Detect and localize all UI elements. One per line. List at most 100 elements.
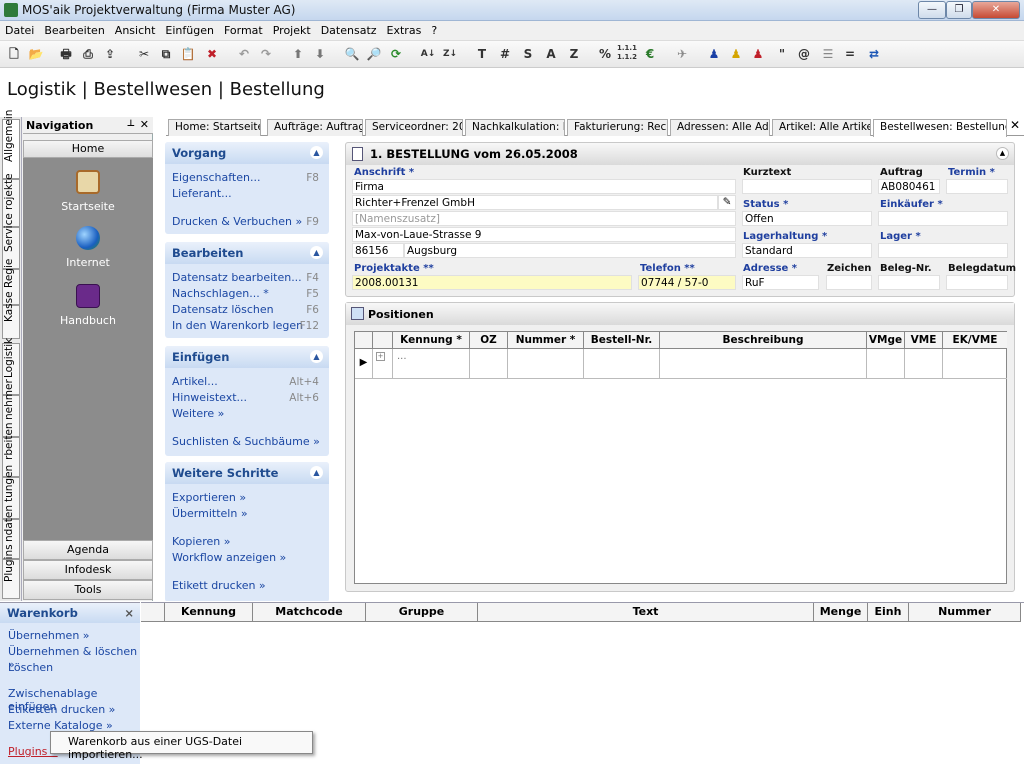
move-up-icon[interactable]: ⬆ <box>288 44 308 64</box>
tools-icon[interactable]: ✈ <box>672 44 692 64</box>
copy-icon[interactable]: ⧉ <box>156 44 176 64</box>
task-etikett-drucken[interactable]: Etikett drucken » <box>165 578 329 594</box>
basket-etiketten[interactable]: Etiketten drucken » <box>8 703 115 716</box>
menu-help[interactable]: ? <box>426 21 442 40</box>
ort-field[interactable]: Augsburg <box>404 243 736 258</box>
print-icon[interactable]: 🖶 <box>56 44 76 64</box>
task-workflow[interactable]: Workflow anzeigen » <box>165 550 329 566</box>
user-red-icon[interactable]: ♟ <box>748 44 768 64</box>
cell-bestellnr[interactable] <box>584 349 660 379</box>
cut-icon[interactable]: ✂ <box>134 44 154 64</box>
zeichen-field[interactable] <box>826 275 872 290</box>
basket-col-nummer[interactable]: Nummer <box>909 603 1021 622</box>
delete-icon[interactable]: ✖ <box>202 44 222 64</box>
address-lookup-icon[interactable]: ✎ <box>718 195 736 210</box>
belegnr-field[interactable] <box>878 275 940 290</box>
percent-icon[interactable]: % <box>595 44 615 64</box>
euro-icon[interactable]: € <box>640 44 660 64</box>
tab-nachkalkulation[interactable]: Nachkalkulation: Bu <box>465 119 565 136</box>
new-document-icon[interactable]: 🗋 <box>4 44 24 64</box>
task-uebermitteln[interactable]: Übermitteln » <box>165 506 329 522</box>
belegdatum-field[interactable] <box>946 275 1008 290</box>
einkaeufer-field[interactable] <box>878 211 1008 226</box>
auftrag-field[interactable]: AB080461 <box>878 179 940 194</box>
a-field-icon[interactable]: A <box>541 44 561 64</box>
nav-internet[interactable]: Internet <box>23 226 153 269</box>
task-group-header[interactable]: Weitere Schritte ▲ <box>165 462 329 484</box>
basket-col-gruppe[interactable]: Gruppe <box>366 603 478 622</box>
tab-home[interactable]: Home: Startseite <box>168 119 261 136</box>
cell-beschreibung[interactable] <box>660 349 867 379</box>
row-selector-icon[interactable]: ▶ <box>355 349 373 379</box>
tab-auftraege[interactable]: Aufträge: Auftrag <box>267 119 363 136</box>
user-blue-icon[interactable]: ♟ <box>704 44 724 64</box>
search-icon[interactable]: 🔍 <box>342 44 362 64</box>
nav-tools-button[interactable]: Tools <box>23 580 153 600</box>
col-nummer[interactable]: Nummer * <box>508 332 584 349</box>
basket-uebernehmen[interactable]: Übernehmen » <box>8 629 90 642</box>
user-yellow-icon[interactable]: ♟ <box>726 44 746 64</box>
tab-bestellwesen[interactable]: Bestellwesen: Bestellung <box>873 119 1007 137</box>
menu-ansicht[interactable]: Ansicht <box>110 21 161 40</box>
navigation-close-icon[interactable]: ✕ <box>140 118 149 131</box>
numbering-icon[interactable]: 1.1.1 1.1.2 <box>617 44 637 64</box>
lager-field[interactable] <box>878 243 1008 258</box>
text-field-icon[interactable]: T <box>472 44 492 64</box>
move-down-icon[interactable]: ⬇ <box>310 44 330 64</box>
quote-icon[interactable]: " <box>772 44 792 64</box>
col-bestellnr[interactable]: Bestell-Nr. <box>584 332 660 349</box>
basket-col-text[interactable]: Text <box>478 603 814 622</box>
sort-desc-icon[interactable]: Z↓ <box>440 44 460 64</box>
close-button[interactable]: ✕ <box>972 1 1020 19</box>
nav-home-button[interactable]: Home <box>23 140 153 158</box>
print-preview-icon[interactable]: ⎙ <box>78 44 98 64</box>
basket-col-menge[interactable]: Menge <box>814 603 868 622</box>
collapse-icon[interactable]: ▲ <box>310 146 323 159</box>
cell-kennung[interactable]: ... <box>393 349 470 379</box>
transfer-icon[interactable]: ⇄ <box>864 44 884 64</box>
nav-startseite[interactable]: Startseite <box>23 170 153 213</box>
menu-bearbeiten[interactable]: Bearbeiten <box>39 21 109 40</box>
refresh-icon[interactable]: ⟳ <box>386 44 406 64</box>
tab-serviceordner[interactable]: Serviceordner: 20€ <box>365 119 463 136</box>
task-artikel[interactable]: Artikel... Alt+4 <box>165 374 329 390</box>
basket-loeschen[interactable]: Löschen <box>8 661 53 674</box>
vtab-plugins[interactable]: Plugins <box>2 544 20 599</box>
vtab-allgemein[interactable]: Allgemein <box>2 110 20 179</box>
task-datensatz-bearbeiten[interactable]: Datensatz bearbeiten... F4 <box>165 270 329 286</box>
vtab-kasse[interactable]: Kasse <box>2 291 20 339</box>
search-advanced-icon[interactable]: 🔎 <box>364 44 384 64</box>
menu-datei[interactable]: Datei <box>0 21 39 40</box>
task-lieferant[interactable]: Lieferant... <box>165 186 329 202</box>
list-icon[interactable]: ☰ <box>818 44 838 64</box>
col-vme[interactable]: VME <box>905 332 943 349</box>
cell-oz[interactable] <box>470 349 508 379</box>
anschrift-line-1[interactable]: Firma <box>352 179 736 194</box>
paste-icon[interactable]: 📋 <box>178 44 198 64</box>
telefon-field[interactable]: 07744 / 57-0 <box>638 275 736 290</box>
plus-icon[interactable]: + <box>376 352 385 361</box>
basket-col-kennung[interactable]: Kennung <box>165 603 253 622</box>
tab-fakturierung[interactable]: Fakturierung: Rech <box>567 119 668 136</box>
col-ek-vme[interactable]: EK/VME <box>943 332 1007 349</box>
lagerhaltung-field[interactable]: Standard <box>742 243 872 258</box>
at-icon[interactable]: @ <box>794 44 814 64</box>
cell-vmge[interactable] <box>867 349 905 379</box>
redo-icon[interactable]: ↷ <box>256 44 276 64</box>
task-group-header[interactable]: Einfügen ▲ <box>165 346 329 368</box>
nav-infodesk-button[interactable]: Infodesk <box>23 560 153 580</box>
task-weitere[interactable]: Weitere » <box>165 406 329 422</box>
task-suchlisten[interactable]: Suchlisten & Suchbäume » <box>165 434 329 450</box>
menu-projekt[interactable]: Projekt <box>268 21 316 40</box>
basket-col-einh[interactable]: Einh <box>868 603 909 622</box>
task-group-header[interactable]: Bearbeiten ▲ <box>165 242 329 264</box>
task-eigenschaften[interactable]: Eigenschaften... F8 <box>165 170 329 186</box>
undo-icon[interactable]: ↶ <box>234 44 254 64</box>
col-vmge[interactable]: VMge <box>867 332 905 349</box>
plz-field[interactable]: 86156 <box>352 243 404 258</box>
termin-field[interactable] <box>946 179 1008 194</box>
anschrift-namenszusatz[interactable]: [Namenszusatz] <box>352 211 736 226</box>
cell-vme[interactable] <box>905 349 943 379</box>
equals-icon[interactable]: = <box>840 44 860 64</box>
basket-col-matchcode[interactable]: Matchcode <box>253 603 366 622</box>
